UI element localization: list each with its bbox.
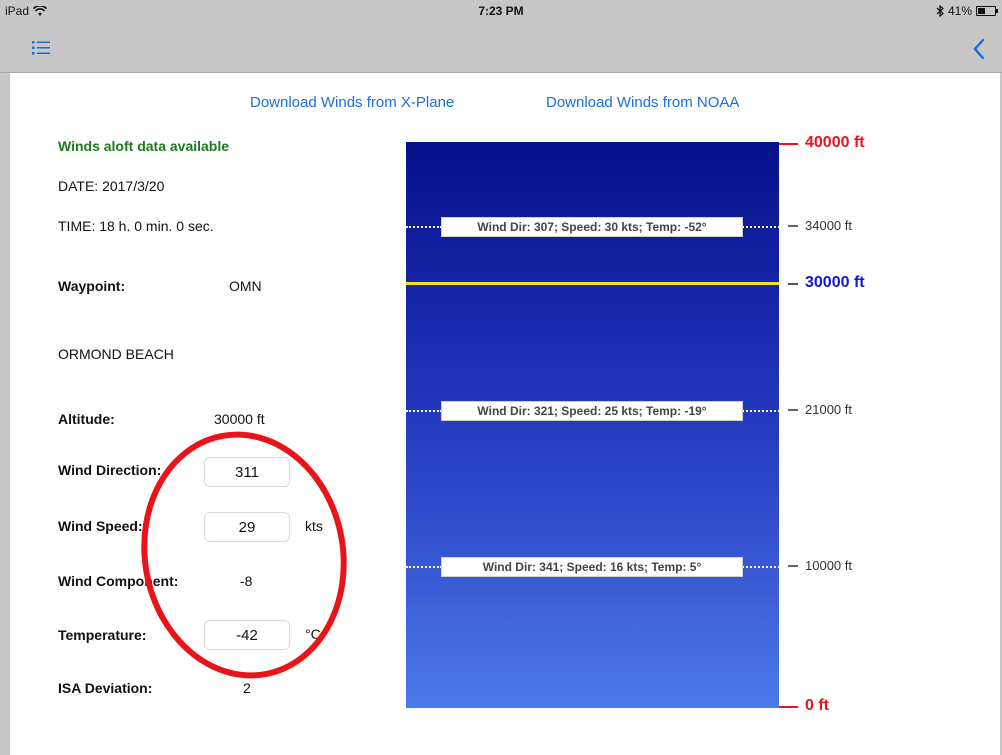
tick-0 (779, 706, 798, 708)
download-xplane-link[interactable]: Download Winds from X-Plane (250, 94, 454, 111)
tick-30000 (788, 283, 798, 285)
wind-level-34000-label: Wind Dir: 307; Speed: 30 kts; Temp: -52° (441, 217, 743, 237)
tick-21000 (788, 409, 798, 411)
left-frame (0, 0, 10, 755)
status-right: 41% (936, 4, 998, 18)
battery-percent: 41% (947, 4, 972, 18)
tick-34000 (788, 225, 798, 227)
status-bar: iPad 7:23 PM 41% (0, 0, 1002, 22)
current-altitude-line (406, 282, 779, 285)
data-time: TIME: 18 h. 0 min. 0 sec. (58, 218, 214, 234)
bluetooth-icon (936, 5, 944, 17)
top-altitude-label: 40000 ft (805, 134, 865, 151)
level-34000-dots-right (742, 226, 788, 228)
wind-level-10000-label: Wind Dir: 341; Speed: 16 kts; Temp: 5° (441, 557, 743, 577)
waypoint-label: Waypoint: (58, 278, 126, 294)
temperature-label: Temperature: (58, 627, 147, 643)
altitude-label: Altitude: (58, 411, 115, 427)
waypoint-value: OMN (229, 278, 262, 294)
battery-fill (978, 8, 985, 14)
altitude-34000-label: 34000 ft (805, 218, 852, 233)
level-34000-dots-left (406, 226, 442, 228)
level-10000-dots-left (406, 566, 442, 568)
tick-40000 (779, 143, 798, 145)
waypoint-name: ORMOND BEACH (58, 346, 174, 362)
level-21000-dots-left (406, 410, 442, 412)
altitude-21000-label: 21000 ft (805, 402, 852, 417)
tick-10000 (788, 565, 798, 567)
altitude-10000-label: 10000 ft (805, 558, 852, 573)
wind-level-21000-label: Wind Dir: 321; Speed: 25 kts; Temp: -19° (441, 401, 743, 421)
level-21000-dots-right (742, 410, 788, 412)
data-date: DATE: 2017/3/20 (58, 178, 165, 194)
isa-deviation-value: 2 (243, 680, 251, 696)
altitude-value: 30000 ft (214, 411, 265, 427)
annotation-ellipse (122, 415, 366, 695)
wind-speed-label: Wind Speed: (58, 518, 143, 534)
download-noaa-link[interactable]: Download Winds from NOAA (546, 94, 739, 111)
status-time: 7:23 PM (478, 4, 524, 18)
chevron-left-icon[interactable] (972, 38, 986, 60)
list-icon[interactable] (32, 40, 50, 56)
data-status: Winds aloft data available (58, 138, 230, 154)
wind-direction-label: Wind Direction: (58, 462, 162, 478)
navigation-bar (0, 22, 1002, 73)
bottom-altitude-label: 0 ft (805, 697, 829, 714)
current-altitude-label: 30000 ft (805, 274, 865, 291)
level-10000-dots-right (742, 566, 788, 568)
battery-icon (976, 6, 998, 16)
isa-deviation-label: ISA Deviation: (58, 680, 153, 696)
